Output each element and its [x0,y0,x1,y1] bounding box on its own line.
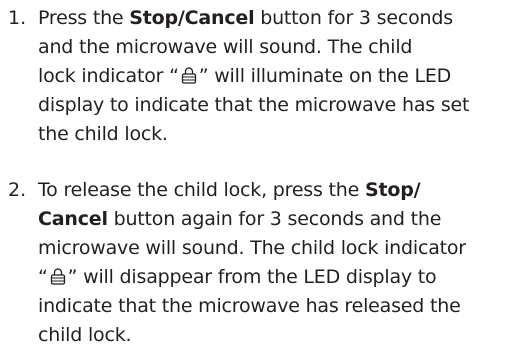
step-1-line-3-part-b: ” will illuminate on the LED [198,65,452,87]
step-1-line-3: lock indicator “ ” will illuminate on the… [38,62,508,91]
step-1-line-1-part-c: button for 3 seconds [254,7,453,29]
stop-label: Stop/ [364,179,421,201]
step-2-line-1-part-a: To release the child lock, press the [38,179,365,201]
step-2-line-4-part-a: “ [38,266,48,288]
step-1-line-5: the child lock. [38,123,168,145]
step-2-line-2: Cancel button again for 3 seconds and th… [38,205,508,234]
step-1-line-1-part-a: Press the [38,7,130,29]
step-2-line-4-part-b: ” will disappear from the LED display to [67,266,437,288]
step-2-line-6: child lock. [38,324,132,346]
step-1-text: Press the Stop/Cancel button for 3 secon… [38,4,508,149]
stop-cancel-label: Stop/Cancel [129,7,255,29]
step-2-number: 2. [8,179,27,201]
step-1-number: 1. [8,7,27,29]
child-lock-icon [50,268,65,285]
step-1-line-1: Press the Stop/Cancel button for 3 secon… [38,4,508,33]
cancel-label: Cancel [38,208,108,230]
step-2-text: To release the child lock, press the Sto… [38,176,508,350]
step-2-line-4: “ ” will disappear from the LED display t… [38,263,508,292]
child-lock-icon [181,67,196,84]
step-1-line-3-part-a: lock indicator “ [38,65,179,87]
step-2-line-1: To release the child lock, press the Sto… [38,176,508,205]
step-2-line-5: indicate that the microwave has released… [38,295,461,317]
step-1-line-4: display to indicate that the microwave h… [38,94,470,116]
step-2-line-2-part-b: button again for 3 seconds and the [107,208,442,230]
step-1-line-2: and the microwave will sound. The child [38,36,413,58]
step-2-line-3: microwave will sound. The child lock ind… [38,237,466,259]
